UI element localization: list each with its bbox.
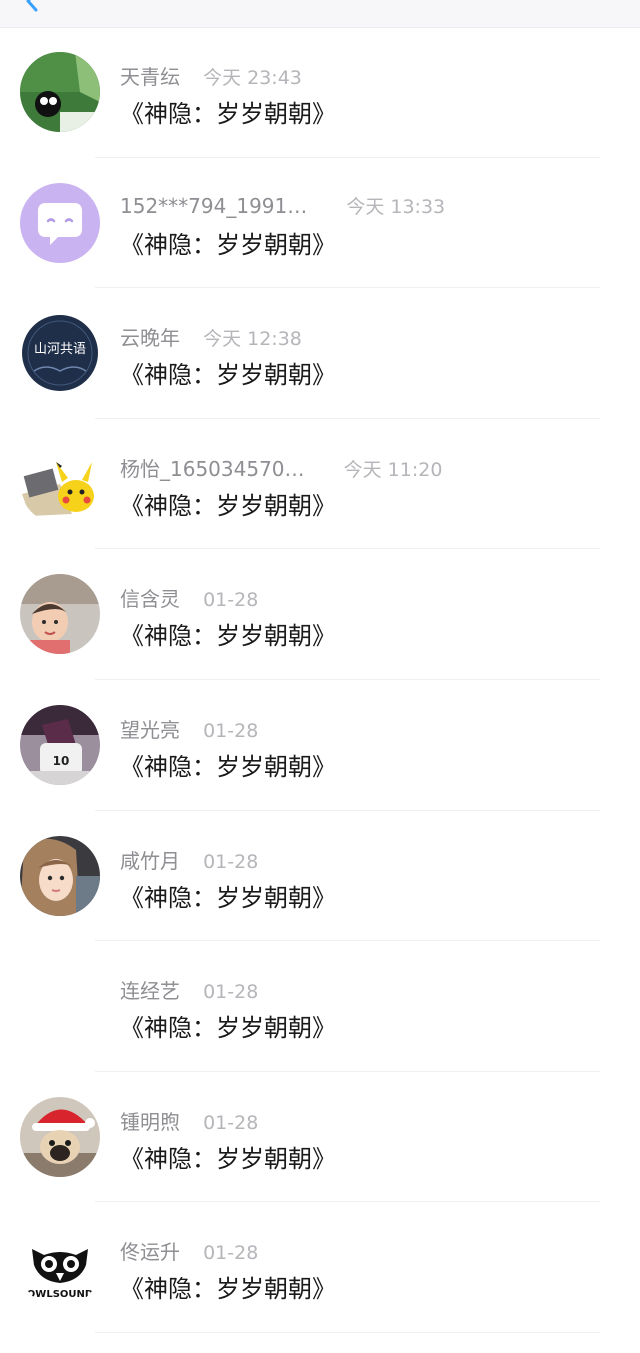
timestamp: 01-28	[203, 850, 259, 873]
chevron-left-icon[interactable]	[22, 0, 44, 12]
timestamp: 今天 11:20	[343, 458, 443, 481]
avatar[interactable]	[20, 182, 100, 263]
timestamp: 今天 23:43	[203, 67, 302, 89]
comment-meta: 咸竹月 01-28	[120, 845, 258, 874]
girl-selfie-avatar	[20, 835, 100, 916]
svg-text:10: 10	[53, 754, 70, 768]
comment-item[interactable]: 152***794_1991… 今天 13:33 《神隐：岁岁朝朝》	[0, 158, 640, 289]
comment-content: 《神隐：岁岁朝朝》	[120, 622, 336, 651]
calligraphy-seal-avatar: 山河共语	[20, 313, 100, 394]
user-name[interactable]: 杨怡_165034570…	[120, 457, 305, 481]
comment-content: 《神隐：岁岁朝朝》	[120, 1275, 336, 1304]
timestamp: 01-28	[203, 1242, 259, 1265]
avatar[interactable]	[20, 966, 100, 1047]
avatar[interactable]	[20, 52, 100, 132]
owlsound-logo-text: OWLSOUND	[27, 1289, 93, 1300]
comment-item[interactable]: OWLSOUND 佟运升 01-28 《神隐：岁岁朝朝》	[0, 1202, 640, 1333]
timestamp: 01-28	[203, 1111, 259, 1134]
comment-meta: 天青纭 今天 23:43	[120, 61, 302, 90]
comment-meta: 连经艺 01-28	[120, 975, 258, 1004]
comment-item[interactable]: 信含灵 01-28 《神隐：岁岁朝朝》	[0, 549, 640, 680]
owlsound-logo-avatar: OWLSOUND	[20, 1227, 100, 1308]
child-photo-avatar	[20, 574, 100, 655]
user-name[interactable]: 连经艺	[120, 979, 180, 1003]
timestamp: 今天 12:38	[203, 328, 302, 351]
comment-item[interactable]: 连经艺 01-28 《神隐：岁岁朝朝》	[0, 941, 640, 1072]
comment-content: 《神隐：岁岁朝朝》	[120, 883, 336, 912]
timestamp: 今天 13:33	[346, 195, 446, 218]
comment-meta: 望光亮 01-28	[120, 714, 258, 743]
user-name[interactable]: 望光亮	[120, 718, 180, 742]
comment-list: 天青纭 今天 23:43 《神隐：岁岁朝朝》 152***794_1991… 今…	[0, 27, 640, 1333]
purple-chat-bubble-avatar	[20, 182, 100, 263]
comment-meta: 佟运升 01-28	[120, 1236, 258, 1265]
divider	[95, 1331, 600, 1333]
comment-item[interactable]: 咸竹月 01-28 《神隐：岁岁朝朝》	[0, 811, 640, 942]
seal-text: 山河共语	[34, 342, 86, 357]
avatar[interactable]	[20, 443, 100, 524]
comment-item[interactable]: 天青纭 今天 23:43 《神隐：岁岁朝朝》	[0, 27, 640, 158]
comment-content: 《神隐：岁岁朝朝》	[120, 361, 336, 390]
comment-content: 《神隐：岁岁朝朝》	[120, 230, 336, 259]
comment-item[interactable]: 杨怡_165034570… 今天 11:20 《神隐：岁岁朝朝》	[0, 419, 640, 550]
comment-meta: 152***794_1991… 今天 13:33	[120, 192, 445, 219]
blank-avatar	[20, 966, 100, 1047]
top-bar	[0, 0, 640, 28]
user-name[interactable]: 信含灵	[120, 587, 180, 611]
avatar[interactable]: 山河共语	[20, 313, 100, 394]
timestamp: 01-28	[203, 589, 259, 612]
user-name[interactable]: 天青纭	[120, 65, 180, 89]
comment-meta: 杨怡_165034570… 今天 11:20	[120, 453, 442, 482]
timestamp: 01-28	[203, 981, 259, 1004]
user-name[interactable]: 佟运升	[120, 1240, 180, 1264]
avatar[interactable]	[20, 1096, 100, 1177]
user-name[interactable]: 咸竹月	[120, 849, 180, 873]
comment-content: 《神隐：岁岁朝朝》	[120, 752, 336, 781]
user-name[interactable]: 152***794_1991…	[120, 194, 307, 218]
comment-item[interactable]: 10 望光亮 01-28 《神隐：岁岁朝朝》	[0, 680, 640, 811]
comment-item[interactable]: 锺明煦 01-28 《神隐：岁岁朝朝》	[0, 1072, 640, 1203]
comment-meta: 信含灵 01-28	[120, 583, 258, 612]
pikachu-avatar	[20, 443, 100, 524]
pug-santa-hat-avatar	[20, 1096, 100, 1177]
person-with-bag-avatar: 10	[20, 704, 100, 785]
comment-meta: 云晚年 今天 12:38	[120, 322, 302, 351]
avatar[interactable]: 10	[20, 704, 100, 785]
comment-content: 《神隐：岁岁朝朝》	[120, 491, 336, 520]
avatar[interactable]	[20, 574, 100, 655]
avatar[interactable]	[20, 835, 100, 916]
comment-item[interactable]: 山河共语 云晚年 今天 12:38 《神隐：岁岁朝朝》	[0, 288, 640, 419]
comment-content: 《神隐：岁岁朝朝》	[120, 100, 336, 128]
timestamp: 01-28	[203, 719, 259, 742]
green-plant-character-avatar	[20, 52, 100, 132]
comment-content: 《神隐：岁岁朝朝》	[120, 1014, 336, 1043]
user-name[interactable]: 云晚年	[120, 326, 180, 350]
comment-content: 《神隐：岁岁朝朝》	[120, 1144, 336, 1173]
comment-meta: 锺明煦 01-28	[120, 1106, 258, 1135]
avatar[interactable]: OWLSOUND	[20, 1227, 100, 1308]
user-name[interactable]: 锺明煦	[120, 1110, 180, 1134]
